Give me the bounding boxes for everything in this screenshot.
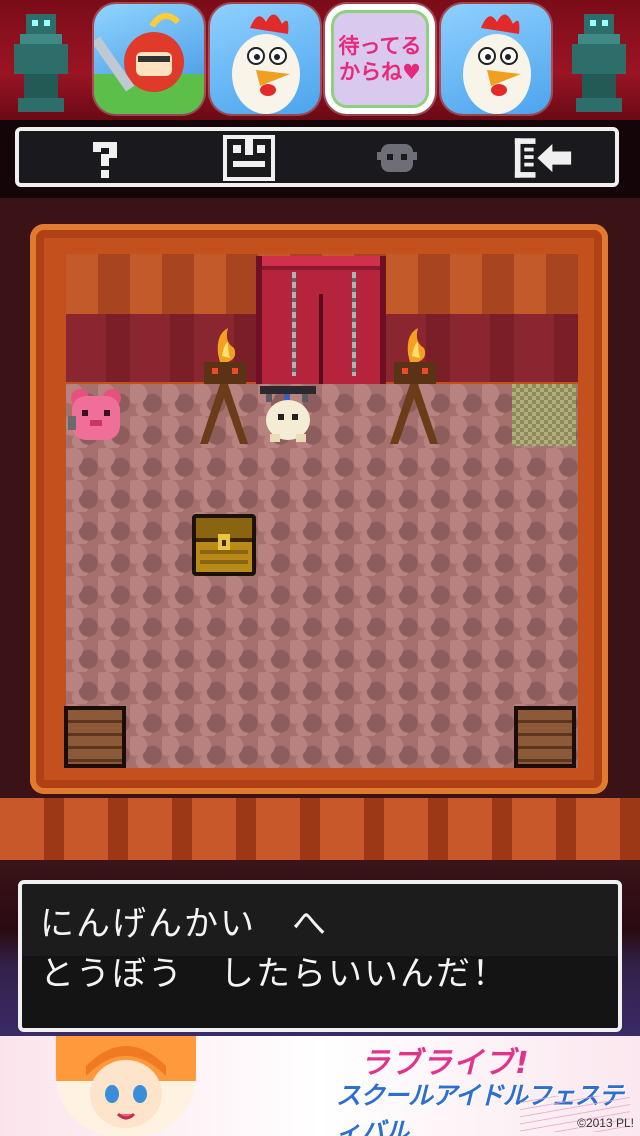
gate-seam <box>319 294 323 384</box>
top-ad-banner[interactable]: 待ってる からね♥ <box>0 0 640 120</box>
inventory-button[interactable] <box>219 135 279 181</box>
arrow-exit-icon <box>514 138 572 178</box>
character-button[interactable] <box>367 137 427 179</box>
crate-left[interactable] <box>64 706 126 768</box>
hero-sprite[interactable] <box>256 384 320 446</box>
pink-bear-sprite[interactable] <box>66 386 126 446</box>
box-menu-icon <box>223 135 275 181</box>
dialogue-line-1: にんげんかい へ <box>40 904 328 944</box>
exit-tile[interactable] <box>512 384 576 446</box>
help-button[interactable] <box>75 137 135 179</box>
torch-left[interactable] <box>194 328 256 446</box>
knight-game-app-icon[interactable] <box>94 4 204 114</box>
exit-button[interactable] <box>513 137 573 179</box>
bottom-ad-banner[interactable]: ラブライブ! スクールアイドルフェスティバル ©2013 PL! <box>0 1036 640 1136</box>
chest-icon <box>196 518 252 572</box>
dialogue-line-2: とうぼう したらいいんだ！ <box>40 954 508 994</box>
game-board[interactable] <box>0 198 640 880</box>
ad-copyright: ©2013 PL! <box>577 1116 634 1130</box>
question-mark-icon <box>93 142 117 178</box>
treasure-chest[interactable] <box>192 514 256 576</box>
matteru-karane-label: 待ってる からね♥ <box>338 34 422 84</box>
chicken-game-app-icon-2[interactable] <box>441 4 551 114</box>
left-statue-icon <box>14 14 68 112</box>
right-statue-icon <box>572 14 626 112</box>
torch-right[interactable] <box>384 328 446 446</box>
stone-floor[interactable] <box>66 384 578 768</box>
dialogue-box[interactable]: にんげんかい へ とうぼう したらいいんだ！ <box>18 880 622 1032</box>
matteru-karane-app-icon[interactable]: 待ってる からね♥ <box>325 4 435 114</box>
toolbar <box>15 127 619 187</box>
ad-character-image <box>56 1036 196 1136</box>
crate-right[interactable] <box>514 706 576 768</box>
chicken-game-app-icon[interactable] <box>210 4 320 114</box>
ghost-face-icon <box>377 144 417 172</box>
